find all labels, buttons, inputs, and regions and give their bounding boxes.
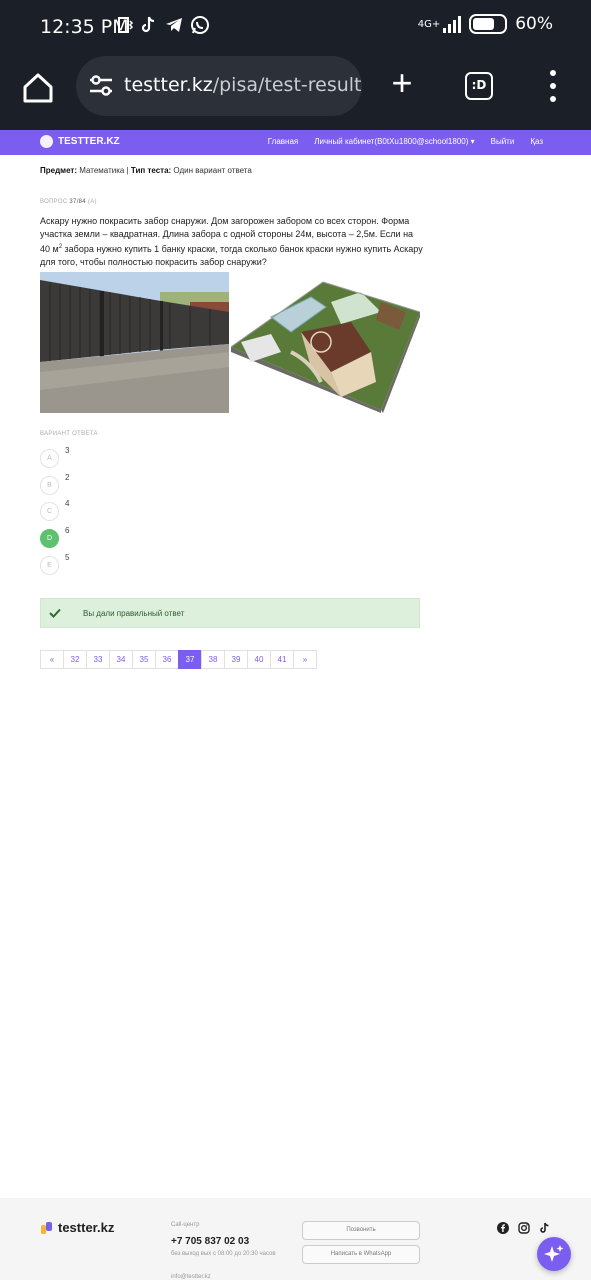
option-letter[interactable]: B <box>40 476 59 495</box>
page-link[interactable]: 41 <box>270 650 294 669</box>
footer-logo-text: testter.kz <box>58 1220 115 1235</box>
subject-label: Предмет: <box>40 166 78 175</box>
url-path: /pisa/test-result/s <box>212 74 362 96</box>
battery-icon <box>469 14 508 34</box>
page-link[interactable]: 39 <box>224 650 248 669</box>
tab-switcher-button[interactable]: :D <box>465 72 493 100</box>
footer-hours: без выход вых с 08:00 до 20:30 часов <box>171 1251 276 1257</box>
option-value: 6 <box>65 526 70 535</box>
ai-assistant-button[interactable] <box>537 1237 571 1271</box>
call-button[interactable]: Позвонить <box>302 1221 420 1240</box>
page-link-active[interactable]: 37 <box>178 650 202 669</box>
address-bar[interactable]: testter.kz/pisa/test-result/s <box>76 56 362 116</box>
info-separator: | <box>126 166 129 175</box>
url-text: testter.kz/pisa/test-result/s <box>124 74 362 96</box>
footer-email[interactable]: info@testter.kz <box>171 1274 211 1280</box>
answers-label: ВАРИАНТ ОТВЕТА <box>40 431 98 437</box>
question-text: Аскару нужно покрасить забор снаружи. До… <box>40 215 425 269</box>
site-header: TESTTER.KZ Главная Личный кабинет(B0tXu1… <box>0 130 591 155</box>
answer-option-c[interactable]: C 4 <box>40 499 70 521</box>
logo-mark-icon <box>40 135 53 148</box>
nav-account[interactable]: Личный кабинет(B0tXu1800@school1800) ▾ <box>314 137 474 146</box>
answer-option-a[interactable]: A 3 <box>40 446 70 468</box>
page-link[interactable]: 34 <box>109 650 133 669</box>
page-link[interactable]: 35 <box>132 650 156 669</box>
question-number: ВОПРОС 37/84 (A) <box>40 199 97 205</box>
status-bar: 12:35 PM 4G+ 60% <box>0 0 591 56</box>
house-plan-render <box>231 272 420 413</box>
site-settings-icon <box>90 75 112 96</box>
page-link[interactable]: 38 <box>201 650 225 669</box>
status-right: 4G+ 60% <box>418 14 553 34</box>
page-link[interactable]: 40 <box>247 650 271 669</box>
answer-option-d[interactable]: D 6 <box>40 526 70 548</box>
footer-logo[interactable]: testter.kz <box>40 1220 114 1235</box>
site-nav-links: Главная Личный кабинет(B0tXu1800@school1… <box>268 137 543 146</box>
whatsapp-icon <box>191 16 209 34</box>
subject-value: Математика <box>79 166 125 175</box>
nav-home[interactable]: Главная <box>268 137 298 146</box>
question-count: 37/84 <box>69 199 86 205</box>
page-next[interactable]: » <box>293 650 317 669</box>
test-type-value: Один вариант ответа <box>173 166 252 175</box>
page-link[interactable]: 32 <box>63 650 87 669</box>
option-value: 3 <box>65 446 70 455</box>
battery-percent: 60% <box>515 14 553 34</box>
nav-language[interactable]: Қаз <box>530 137 543 146</box>
instagram-icon[interactable] <box>518 1222 530 1234</box>
browser-menu-button[interactable] <box>548 70 558 102</box>
new-tab-button[interactable]: + <box>386 65 418 101</box>
facebook-icon[interactable] <box>497 1222 509 1234</box>
result-alert: Вы дали правильный ответ <box>40 598 420 628</box>
page-link[interactable]: 36 <box>155 650 179 669</box>
page-prev[interactable]: « <box>40 650 64 669</box>
notification-icons <box>116 15 210 35</box>
network-type: 4G+ <box>417 18 441 30</box>
checkmark-icon <box>49 608 61 618</box>
social-links <box>497 1222 551 1234</box>
call-center-label: Call-центр <box>171 1222 200 1228</box>
site-logo[interactable]: TESTTER.KZ <box>40 135 120 148</box>
question-images <box>40 272 420 413</box>
test-info: Предмет: Математика | Тип теста: Один ва… <box>40 166 252 175</box>
answer-option-e[interactable]: E 5 <box>40 553 70 575</box>
option-letter-correct[interactable]: D <box>40 529 59 548</box>
option-value: 2 <box>65 473 70 482</box>
question-text-part2: забора нужно купить 1 банку краски, тогд… <box>40 244 423 267</box>
question-tag: (A) <box>87 199 97 205</box>
nav-logout[interactable]: Выйти <box>491 137 515 146</box>
home-icon <box>23 73 53 103</box>
question-label: ВОПРОС <box>40 199 68 205</box>
result-message: Вы дали правильный ответ <box>83 609 185 618</box>
page-link[interactable]: 33 <box>86 650 110 669</box>
signal-icon <box>443 15 462 33</box>
option-value: 4 <box>65 499 70 508</box>
option-letter[interactable]: E <box>40 556 59 575</box>
url-host: testter.kz <box>124 74 213 96</box>
browser-toolbar: testter.kz/pisa/test-result/s + :D <box>0 56 591 130</box>
site-footer: testter.kz Call-центр +7 705 837 02 03 б… <box>0 1198 591 1280</box>
option-letter[interactable]: A <box>40 449 59 468</box>
test-type-label: Тип теста: <box>130 166 172 175</box>
fence-photo <box>40 272 229 413</box>
home-button[interactable] <box>18 68 58 108</box>
vibrate-icon <box>118 17 134 33</box>
footer-phone[interactable]: +7 705 837 02 03 <box>171 1236 249 1247</box>
tiktok-icon[interactable] <box>539 1222 551 1234</box>
option-letter[interactable]: C <box>40 502 59 521</box>
telegram-icon <box>166 18 182 32</box>
option-value: 5 <box>65 553 70 562</box>
logo-mark-icon <box>41 1221 52 1234</box>
pagination: « 32 33 34 35 36 37 38 39 40 41 » <box>40 650 317 669</box>
tiktok-icon <box>141 16 155 33</box>
site-logo-text: TESTTER.KZ <box>58 136 120 147</box>
whatsapp-button[interactable]: Написать в WhatsApp <box>302 1245 420 1264</box>
answer-option-b[interactable]: B 2 <box>40 473 70 495</box>
sparkle-icon <box>544 1245 564 1262</box>
